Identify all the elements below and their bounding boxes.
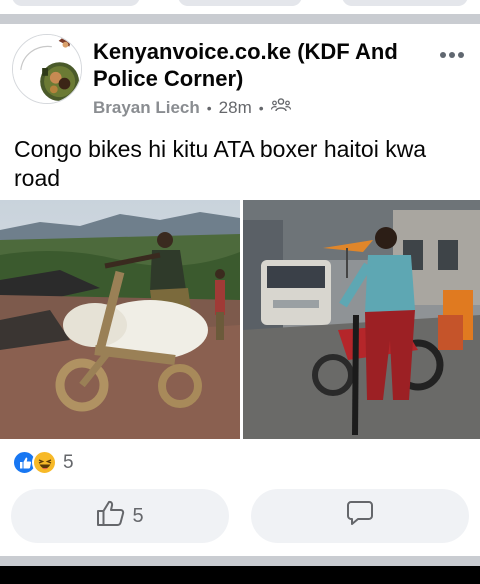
post-subauthor[interactable]: Brayan Liech: [93, 98, 200, 118]
feed-post: Kenyanvoice.co.ke (KDF And Police Corner…: [0, 24, 480, 556]
post-meta: Brayan Liech • 28m •: [93, 97, 291, 118]
group-avatar[interactable]: [12, 34, 82, 104]
reaction-count: 5: [63, 451, 74, 473]
group-avatar-image: [13, 35, 81, 103]
meta-dot: •: [258, 99, 264, 116]
thumbs-up-icon: [96, 499, 126, 533]
next-content-strip: [0, 566, 480, 584]
previous-comment-button[interactable]: [178, 0, 302, 6]
like-button[interactable]: 5: [11, 489, 229, 543]
more-options-icon[interactable]: [440, 50, 468, 60]
previous-share-button[interactable]: [342, 0, 468, 6]
group-audience-icon: [270, 97, 291, 118]
post-text: Congo bikes hi kitu ATA boxer haitoi kwa…: [14, 136, 427, 191]
feed-separator: [0, 14, 480, 24]
feed-separator: [0, 556, 480, 566]
comment-icon: [346, 499, 374, 533]
previous-post-actions: [0, 0, 480, 14]
post-photo-wooden-bike[interactable]: [0, 200, 240, 439]
meta-dot: •: [206, 99, 212, 116]
comment-button[interactable]: [251, 489, 469, 543]
post-photo-street[interactable]: [243, 200, 480, 439]
post-time[interactable]: 28m: [219, 98, 252, 118]
reaction-summary[interactable]: 5: [12, 450, 74, 475]
previous-like-button[interactable]: [12, 0, 140, 6]
haha-reaction-icon: [32, 450, 57, 475]
post-author[interactable]: Kenyanvoice.co.ke (KDF And Police Corner…: [93, 38, 413, 92]
like-button-count: 5: [132, 504, 144, 527]
